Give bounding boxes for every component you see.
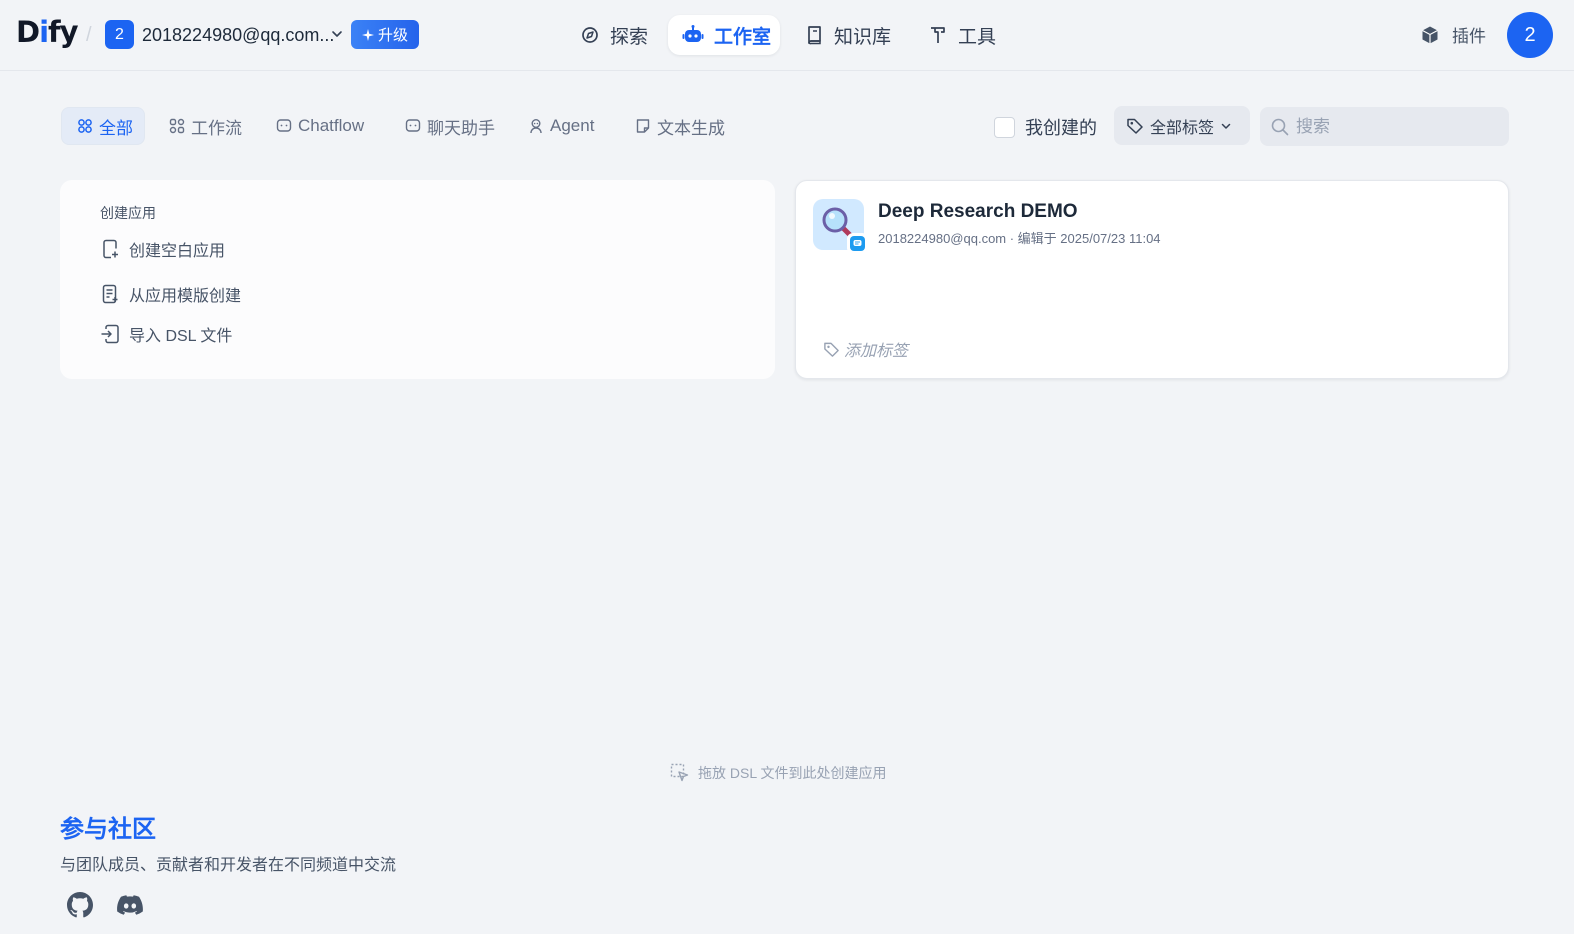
chat-bubble-icon [276, 118, 292, 134]
tab-all-label: 全部 [99, 118, 133, 138]
cube-icon [1420, 25, 1440, 45]
compass-icon [580, 25, 600, 45]
top-navbar: Dify / 2 2018224980@qq.com... 升级 探索 工作室 … [0, 0, 1574, 71]
create-from-template-label: 从应用模版创建 [129, 288, 242, 305]
dsl-drop-hint: 拖放 DSL 文件到此处创建应用 [670, 763, 887, 783]
file-import-icon [100, 324, 120, 344]
chevron-down-icon[interactable] [330, 27, 344, 41]
tab-workflow-label: 工作流 [191, 118, 242, 138]
search-box[interactable] [1260, 107, 1509, 146]
tab-chatbot[interactable]: 聊天助手 [390, 107, 510, 145]
create-blank-app-label: 创建空白应用 [129, 243, 226, 260]
chat-bubble-icon [405, 118, 421, 134]
plugins-label: 插件 [1452, 27, 1486, 46]
hammer-icon [928, 25, 948, 45]
file-plus-icon [100, 239, 120, 259]
tag-icon [1126, 117, 1144, 135]
tab-completion-label: 文本生成 [657, 118, 725, 138]
add-tag-button[interactable]: 添加标签 [823, 337, 908, 361]
tab-all[interactable]: 全部 [61, 107, 145, 145]
agent-icon [528, 118, 544, 134]
my-created-checkbox[interactable] [994, 116, 1015, 138]
my-created-label: 我创建的 [1025, 118, 1097, 138]
tag-icon [823, 341, 840, 358]
workspace-switcher[interactable]: 2018224980@qq.com... [142, 23, 334, 47]
tab-agent[interactable]: Agent [513, 107, 609, 145]
import-dsl-button[interactable]: 导入 DSL 文件 [100, 322, 232, 346]
upgrade-label: 升级 [377, 27, 408, 44]
chat-type-badge [847, 233, 868, 254]
chevron-down-icon [1220, 120, 1232, 132]
app-meta: 2018224980@qq.com · 编辑于 2025/07/23 11:04 [878, 231, 1161, 246]
import-dsl-label: 导入 DSL 文件 [129, 328, 233, 345]
workspace-badge[interactable]: 2 [105, 20, 134, 49]
book-icon [806, 25, 824, 45]
app-card[interactable]: Deep Research DEMO 2018224980@qq.com · 编… [795, 180, 1509, 379]
search-icon [1270, 117, 1290, 137]
create-app-card: 创建应用 创建空白应用 从应用模版创建 导入 DSL 文件 [60, 180, 775, 379]
file-template-icon [100, 284, 120, 304]
tab-completion[interactable]: 文本生成 [620, 107, 740, 145]
add-tag-label: 添加标签 [844, 343, 909, 360]
community-description: 与团队成员、贡献者和开发者在不同频道中交流 [60, 857, 397, 874]
tab-chatflow[interactable]: Chatflow [261, 107, 379, 145]
upgrade-button[interactable]: 升级 [351, 20, 419, 49]
app-name[interactable]: Deep Research DEMO [878, 201, 1078, 223]
my-created-filter[interactable]: 我创建的 [994, 114, 1097, 140]
nav-knowledge-label: 知识库 [834, 26, 892, 48]
tags-filter-label: 全部标签 [1150, 119, 1215, 137]
workflow-icon [169, 118, 185, 134]
grid-icon [77, 118, 93, 134]
nav-studio-label: 工作室 [714, 26, 772, 48]
nav-knowledge[interactable]: 知识库 [792, 15, 905, 55]
search-input[interactable] [1294, 115, 1494, 138]
nav-tools-label: 工具 [958, 26, 997, 48]
tab-agent-label: Agent [550, 116, 595, 135]
github-icon[interactable] [67, 892, 93, 918]
create-from-template-button[interactable]: 从应用模版创建 [100, 282, 241, 306]
user-avatar[interactable]: 2 [1507, 12, 1553, 58]
robot-icon [682, 25, 704, 45]
nav-tools[interactable]: 工具 [914, 15, 1010, 55]
tab-workflow[interactable]: 工作流 [154, 107, 257, 145]
nav-explore[interactable]: 探索 [566, 15, 662, 55]
drag-drop-icon [670, 763, 690, 783]
note-icon [635, 118, 651, 134]
breadcrumb-separator: / [86, 24, 92, 46]
community-title: 参与社区 [60, 816, 156, 843]
discord-icon[interactable] [117, 892, 143, 918]
create-blank-app-button[interactable]: 创建空白应用 [100, 237, 225, 261]
plugins-link[interactable]: 插件 [1420, 22, 1486, 47]
dsl-drop-hint-label: 拖放 DSL 文件到此处创建应用 [698, 765, 887, 781]
app-icon [813, 199, 868, 254]
nav-studio[interactable]: 工作室 [668, 15, 780, 55]
create-app-title: 创建应用 [100, 205, 156, 221]
nav-explore-label: 探索 [610, 26, 649, 48]
tab-chatbot-label: 聊天助手 [427, 118, 495, 138]
tags-filter-select[interactable]: 全部标签 [1114, 106, 1250, 145]
sparkle-icon [361, 28, 374, 41]
tab-chatflow-label: Chatflow [298, 116, 365, 135]
dify-logo[interactable]: Dify [16, 14, 79, 50]
